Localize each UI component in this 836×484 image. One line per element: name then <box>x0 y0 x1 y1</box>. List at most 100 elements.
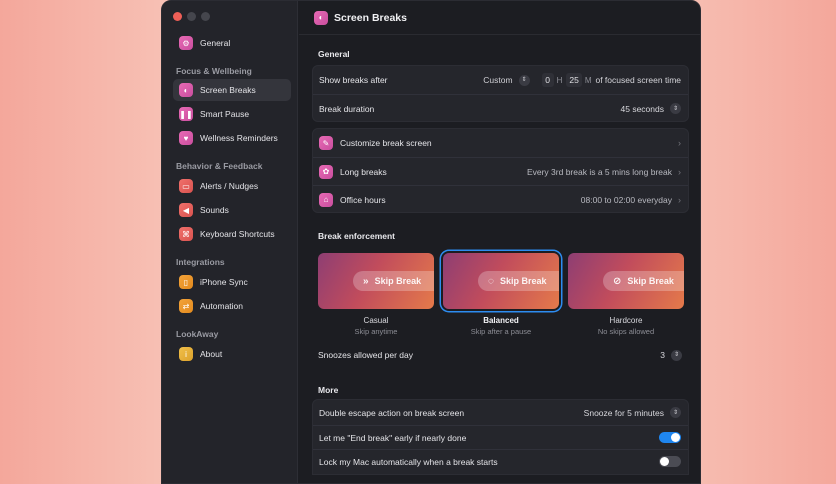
alert-window-icon: ▭ <box>179 179 193 193</box>
sidebar: ⚙ General Focus & Wellbeing ◐ Screen Bre… <box>162 1 298 483</box>
skip-break-label: Skip Break <box>374 276 422 286</box>
break-mode-select[interactable]: Custom ⇕ <box>479 73 533 87</box>
hours-input[interactable]: 0 <box>541 73 554 87</box>
end-break-early-toggle[interactable] <box>659 432 681 443</box>
sidebar-item-label: General <box>200 38 231 48</box>
break-duration-row: Break duration 45 seconds ⇕ <box>313 94 688 122</box>
break-mode-value: Custom <box>483 75 513 85</box>
enforcement-option-casual[interactable]: » Skip Break <box>318 253 434 309</box>
sidebar-item-label: Automation <box>200 301 243 311</box>
lock-mac-row: Lock my Mac automatically when a break s… <box>313 449 688 473</box>
office-chair-icon: ⌂ <box>319 192 333 207</box>
info-icon: i <box>179 347 193 361</box>
chevron-updown-icon: ⇕ <box>670 103 681 114</box>
sidebar-item-screen-breaks[interactable]: ◐ Screen Breaks <box>173 79 291 101</box>
minutes-input[interactable]: 25 <box>566 73 582 87</box>
snoozes-value: 3 <box>660 350 665 360</box>
pause-icon: ❚❚ <box>179 107 193 121</box>
sidebar-item-label: Keyboard Shortcuts <box>200 229 275 239</box>
office-hours-row[interactable]: ⌂ Office hours 08:00 to 02:00 everyday › <box>313 185 688 213</box>
gear-icon: ⚙ <box>179 36 193 50</box>
iphone-icon: ▯ <box>179 275 193 289</box>
double-escape-label: Double escape action on break screen <box>319 407 465 418</box>
focused-time-suffix: of focused screen time <box>595 75 681 85</box>
sidebar-item-label: Wellness Reminders <box>200 133 278 143</box>
more-card: Double escape action on break screen Sno… <box>312 399 689 475</box>
double-escape-value: Snooze for 5 minutes <box>583 407 664 418</box>
break-duration-label: Break duration <box>319 103 375 114</box>
settings-window: ⚙ General Focus & Wellbeing ◐ Screen Bre… <box>161 0 701 484</box>
break-duration-value: 45 seconds <box>620 103 664 114</box>
skip-break-label: Skip Break <box>499 276 547 286</box>
double-escape-select[interactable]: Snooze for 5 minutes ⇕ <box>584 407 681 418</box>
long-breaks-row[interactable]: ✿ Long breaks Every 3rd break is a 5 min… <box>313 157 688 185</box>
sidebar-section-behavior: Behavior & Feedback <box>176 161 263 171</box>
enforcement-option-balanced[interactable]: ◌ Skip Break <box>443 253 559 309</box>
casual-caption: Casual Skip anytime <box>318 316 434 336</box>
chevron-right-icon: › <box>678 194 681 205</box>
double-chevron-right-icon: » <box>363 275 369 287</box>
sidebar-item-sounds[interactable]: ◀ Sounds <box>173 199 291 221</box>
minimize-window-button[interactable] <box>187 12 196 21</box>
break-duration-select[interactable]: 45 seconds ⇕ <box>621 103 681 114</box>
speaker-icon: ◀ <box>179 203 193 217</box>
palm-tree-icon: ✿ <box>319 164 333 179</box>
sidebar-item-alerts[interactable]: ▭ Alerts / Nudges <box>173 175 291 197</box>
sidebar-item-label: Smart Pause <box>200 109 250 119</box>
paintbrush-icon: ✎ <box>319 136 333 150</box>
sidebar-section-integrations: Integrations <box>176 257 225 267</box>
hardcore-caption: Hardcore No skips allowed <box>568 316 684 336</box>
double-escape-row: Double escape action on break screen Sno… <box>313 400 688 425</box>
casual-subtitle: Skip anytime <box>354 327 398 336</box>
sidebar-item-iphone-sync[interactable]: ▯ iPhone Sync <box>173 271 291 293</box>
skip-break-preview: ◌ Skip Break <box>478 271 559 291</box>
section-heading-break-enforcement: Break enforcement <box>318 231 396 241</box>
customize-break-screen-label: Customize break screen <box>340 138 432 148</box>
office-hours-value: 08:00 to 02:00 everyday <box>580 194 672 205</box>
automation-arrows-icon: ⇄ <box>179 299 193 313</box>
chevron-right-icon: › <box>678 166 681 177</box>
close-window-button[interactable] <box>173 12 182 21</box>
skip-break-preview: » Skip Break <box>353 271 434 291</box>
sidebar-section-focus: Focus & Wellbeing <box>176 66 252 76</box>
window-controls <box>173 12 210 21</box>
general-card: Show breaks after Custom ⇕ 0 H 25 M of f… <box>312 65 689 122</box>
skip-break-label: Skip Break <box>627 276 674 286</box>
balanced-subtitle: Skip after a pause <box>470 327 532 336</box>
snoozes-row: Snoozes allowed per day 3 ⇕ <box>312 341 689 369</box>
command-key-icon: ⌘ <box>179 227 193 241</box>
sidebar-item-general[interactable]: ⚙ General <box>173 32 291 54</box>
hardcore-subtitle: No skips allowed <box>597 327 655 336</box>
show-breaks-row: Show breaks after Custom ⇕ 0 H 25 M of f… <box>313 66 688 94</box>
casual-title: Casual <box>363 316 389 325</box>
chevron-updown-icon: ⇕ <box>518 74 530 86</box>
sidebar-item-label: iPhone Sync <box>200 277 248 287</box>
sidebar-item-about[interactable]: i About <box>173 343 291 365</box>
customize-break-screen-row[interactable]: ✎ Customize break screen › <box>313 129 688 157</box>
section-heading-more: More <box>318 385 339 395</box>
end-break-early-row: Let me "End break" early if nearly done <box>313 425 688 449</box>
screen-breaks-icon: ◐ <box>179 83 193 97</box>
long-breaks-label: Long breaks <box>340 166 387 177</box>
sidebar-item-keyboard-shortcuts[interactable]: ⌘ Keyboard Shortcuts <box>173 223 291 245</box>
main-panel: ◐ Screen Breaks General Show breaks afte… <box>299 1 700 483</box>
lock-mac-label: Lock my Mac automatically when a break s… <box>319 456 498 467</box>
snoozes-stepper[interactable]: 3 ⇕ <box>660 349 682 361</box>
chevron-updown-icon: ⇕ <box>670 407 681 418</box>
enforcement-option-hardcore[interactable]: ⊘ Skip Break <box>568 253 684 309</box>
sidebar-item-wellness-reminders[interactable]: ♥ Wellness Reminders <box>173 127 291 149</box>
break-settings-card: ✎ Customize break screen › ✿ Long breaks… <box>312 128 689 213</box>
sidebar-item-label: Alerts / Nudges <box>200 181 259 191</box>
lock-mac-toggle[interactable] <box>659 456 681 467</box>
chevron-updown-icon: ⇕ <box>671 349 682 361</box>
sidebar-item-smart-pause[interactable]: ❚❚ Smart Pause <box>173 103 291 125</box>
sidebar-item-automation[interactable]: ⇄ Automation <box>173 295 291 317</box>
show-breaks-label: Show breaks after <box>319 75 388 85</box>
sidebar-item-label: Screen Breaks <box>200 85 256 95</box>
balanced-title: Balanced <box>483 316 519 325</box>
office-hours-label: Office hours <box>340 194 386 205</box>
zoom-window-button[interactable] <box>201 12 210 21</box>
chevron-right-icon: › <box>678 138 681 148</box>
screen-breaks-icon: ◐ <box>314 10 328 25</box>
sidebar-section-lookaway: LookAway <box>176 329 219 339</box>
